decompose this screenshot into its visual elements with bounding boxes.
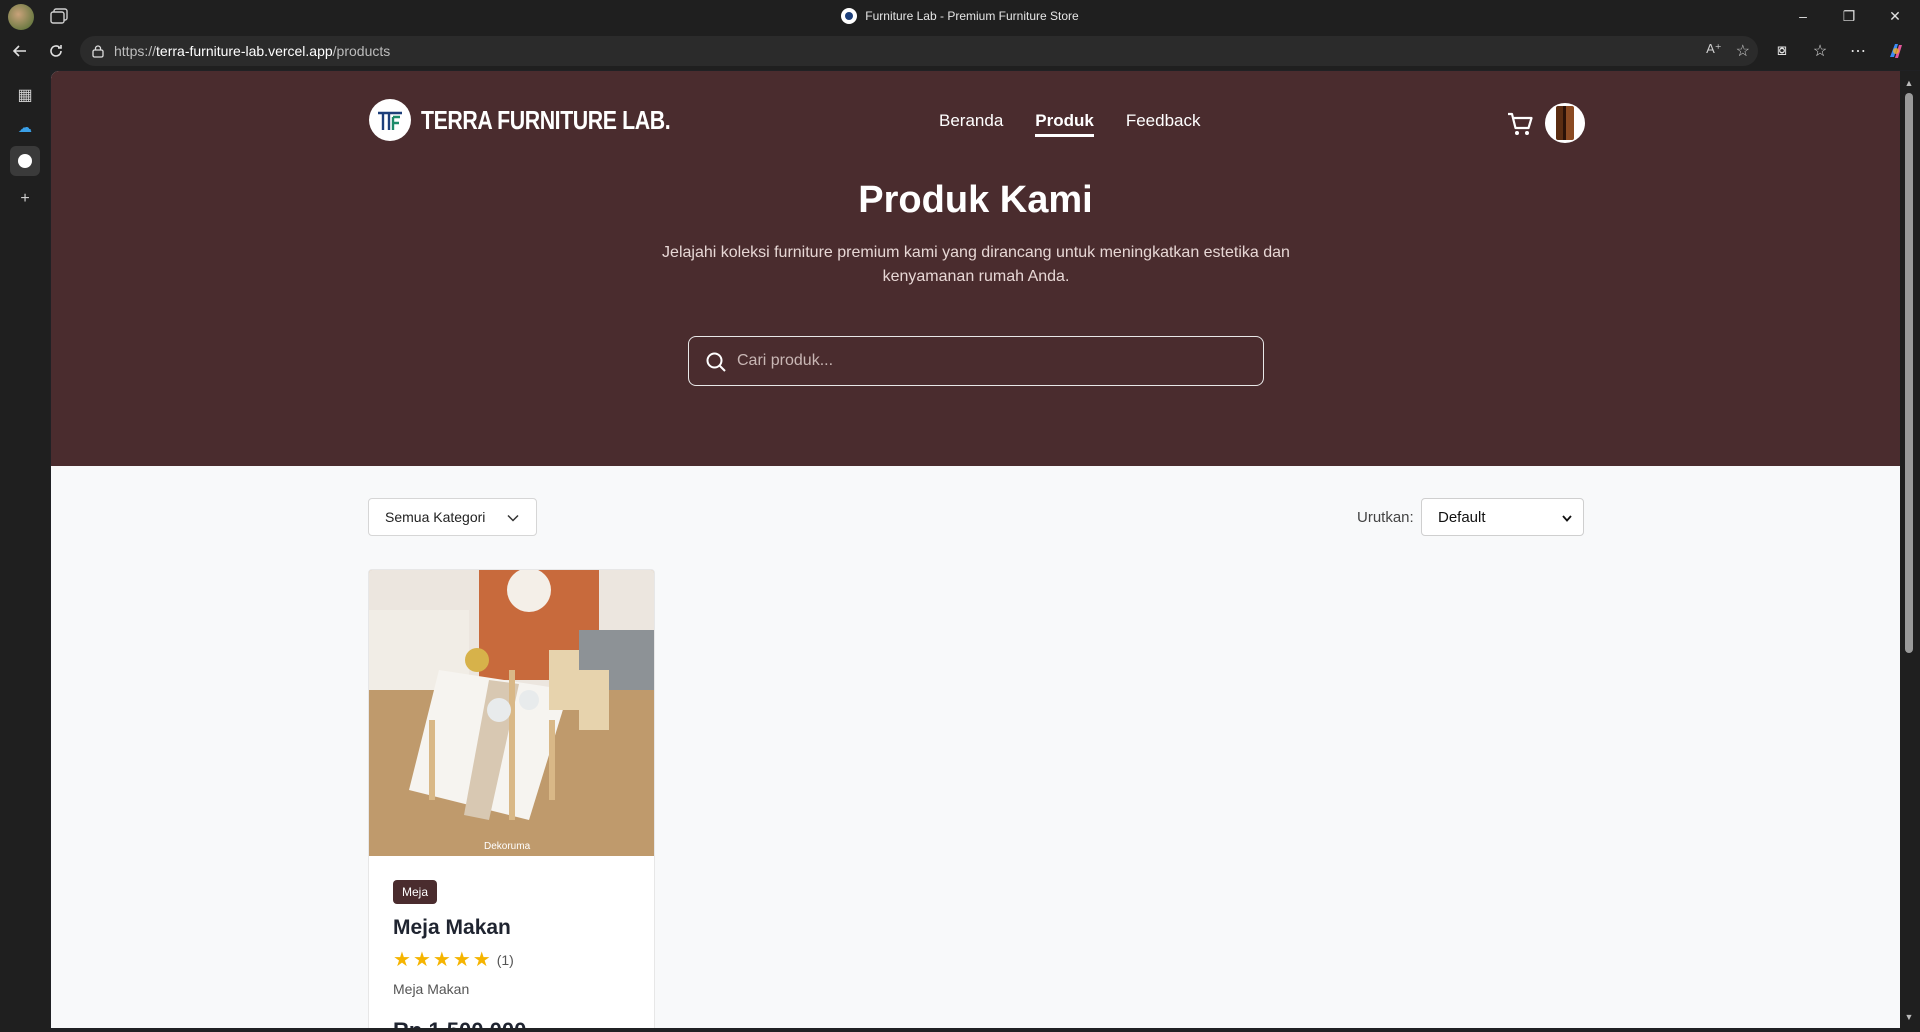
browser-sidebar: ▦ ☁ +: [0, 70, 50, 1032]
more-menu-icon[interactable]: ⋯: [1846, 39, 1870, 63]
scroll-down-arrow-icon[interactable]: ▼: [1904, 1013, 1914, 1022]
close-icon[interactable]: ✕: [1872, 0, 1918, 32]
read-aloud-icon[interactable]: A⁺: [1706, 41, 1722, 61]
nav-link-produk[interactable]: Produk: [1035, 111, 1094, 137]
extensions-icon[interactable]: ⧇: [1770, 39, 1794, 63]
url-scheme: https://: [114, 43, 157, 59]
vertical-tabs-icon[interactable]: ▦: [10, 80, 40, 110]
category-dropdown[interactable]: Semua Kategori: [368, 498, 537, 536]
rating-count: (1): [496, 952, 514, 968]
product-card[interactable]: Dekoruma Meja Meja Makan ★ ★ ★ ★ ★ (1) M…: [368, 569, 655, 1028]
logo-mark-icon: [369, 99, 411, 141]
filter-bar: Semua Kategori Urutkan: Default: [368, 498, 1584, 538]
sort-select-value: Default: [1438, 508, 1486, 526]
star-icon: ★: [452, 949, 471, 971]
tab-title: Furniture Lab - Premium Furniture Store: [865, 9, 1079, 23]
avatar-door-image: [1556, 106, 1574, 140]
page-subtitle: Jelajahi koleksi furniture premium kami …: [625, 241, 1327, 289]
nav-links: Beranda Produk Feedback: [939, 111, 1201, 137]
lock-icon[interactable]: [91, 44, 105, 58]
onedrive-cloud-icon[interactable]: ☁: [10, 112, 40, 142]
favorite-star-icon[interactable]: ☆: [1736, 41, 1750, 61]
sort-label: Urutkan:: [1357, 509, 1414, 526]
scrollbar-thumb[interactable]: [1905, 93, 1913, 653]
page-scrollbar[interactable]: ▲ ▼: [1900, 71, 1920, 1032]
add-tab-plus-icon[interactable]: +: [10, 184, 40, 214]
browser-title-bar: Furniture Lab - Premium Furniture Store …: [0, 0, 1920, 32]
product-price: Rp 1.500.000: [393, 1018, 526, 1028]
star-icon: ★: [472, 949, 491, 971]
url-path: /products: [332, 43, 391, 59]
rating-stars: ★ ★ ★ ★ ★ (1): [393, 950, 514, 970]
subtitle-line-2: kenyamanan rumah Anda.: [882, 268, 1070, 285]
minimize-icon[interactable]: –: [1780, 0, 1826, 32]
scroll-up-arrow-icon[interactable]: ▲: [1904, 79, 1914, 88]
subtitle-line-1: Jelajahi koleksi furniture premium kami …: [662, 244, 1290, 261]
window-title: Furniture Lab - Premium Furniture Store: [0, 0, 1920, 32]
favorites-icon[interactable]: ☆: [1808, 39, 1832, 63]
cart-icon[interactable]: [1505, 109, 1535, 139]
product-description: Meja Makan: [393, 981, 470, 997]
address-bar[interactable]: https://terra-furniture-lab.vercel.app/p…: [80, 36, 1758, 66]
restore-icon[interactable]: ❐: [1826, 0, 1872, 32]
back-arrow-icon[interactable]: [8, 39, 32, 63]
chevron-down-icon: [507, 514, 519, 522]
product-search[interactable]: [688, 336, 1264, 386]
image-watermark: Dekoruma: [484, 841, 531, 852]
sort-select[interactable]: Default: [1421, 498, 1584, 536]
browser-toolbar: https://terra-furniture-lab.vercel.app/p…: [0, 32, 1920, 70]
product-image[interactable]: Dekoruma: [369, 570, 655, 856]
brand-logo[interactable]: TERRA FURNITURE LAB.: [369, 99, 725, 141]
main-navbar: TERRA FURNITURE LAB. Beranda Produk Feed…: [369, 99, 1585, 147]
chevron-down-icon: [1562, 515, 1572, 522]
copilot-icon[interactable]: [1884, 39, 1908, 63]
search-input[interactable]: [737, 352, 1263, 370]
star-icon: ★: [393, 949, 411, 971]
category-dropdown-label: Semua Kategori: [385, 509, 486, 525]
star-icon: ★: [412, 949, 431, 971]
category-badge: Meja: [393, 880, 438, 904]
nav-link-feedback[interactable]: Feedback: [1126, 111, 1201, 137]
product-name[interactable]: Meja Makan: [393, 916, 511, 940]
hero-section: TERRA FURNITURE LAB. Beranda Produk Feed…: [51, 71, 1900, 466]
brand-name: TERRA FURNITURE LAB.: [421, 104, 671, 135]
star-icon: ★: [432, 949, 451, 971]
page-viewport: TERRA FURNITURE LAB. Beranda Produk Feed…: [51, 71, 1900, 1028]
url-host: terra-furniture-lab.vercel.app: [156, 43, 333, 59]
refresh-icon[interactable]: [44, 39, 68, 63]
site-favicon-icon: [841, 8, 858, 24]
sidebar-site-tab-icon[interactable]: [10, 146, 40, 176]
search-icon: [706, 352, 726, 372]
user-avatar[interactable]: [1545, 103, 1585, 143]
page-title: Produk Kami: [858, 179, 1093, 221]
nav-link-beranda[interactable]: Beranda: [939, 111, 1003, 137]
